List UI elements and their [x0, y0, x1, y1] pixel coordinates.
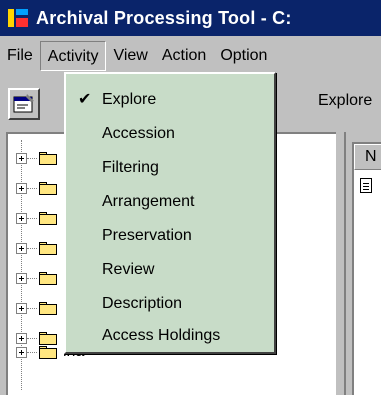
tree-row[interactable] [16, 294, 63, 322]
menu-activity[interactable]: Activity [39, 41, 107, 71]
menu-item-access-holdings[interactable]: Access Holdings [66, 320, 274, 352]
tree-row[interactable] [16, 204, 63, 232]
expand-icon[interactable] [16, 182, 27, 194]
app-icon[interactable] [6, 6, 30, 30]
menu-action[interactable]: Action [155, 41, 213, 71]
expand-icon[interactable] [16, 242, 27, 254]
menu-file[interactable]: File [0, 41, 40, 71]
pane-splitter[interactable] [336, 132, 344, 395]
menu-item-accession[interactable]: Accession [66, 118, 274, 150]
menu-item-description[interactable]: Description [66, 288, 274, 320]
column-header[interactable]: N [354, 144, 381, 170]
tree-row[interactable] [16, 234, 63, 262]
checkmark-icon: ✔ [78, 91, 92, 108]
expand-icon[interactable] [16, 302, 27, 314]
expand-icon[interactable] [16, 346, 27, 358]
folder-icon [39, 211, 57, 225]
document-icon[interactable] [360, 178, 372, 193]
menu-item-label: Description [102, 295, 183, 312]
folder-icon [39, 241, 57, 255]
menu-item-label: Explore [102, 91, 157, 108]
menu-item-preservation[interactable]: Preservation [66, 220, 274, 252]
menu-item-label: Access Holdings [102, 327, 221, 344]
folder-icon [39, 271, 57, 285]
folder-icon [39, 181, 57, 195]
expand-icon[interactable] [16, 212, 27, 224]
menu-options[interactable]: Option [213, 41, 274, 71]
activity-menu: ✔ Explore Accession Filtering Arrangemen… [64, 72, 276, 354]
expand-icon[interactable] [16, 152, 27, 164]
tree-row[interactable] [16, 174, 63, 202]
menu-view[interactable]: View [106, 41, 154, 71]
folder-icon [39, 301, 57, 315]
expand-icon[interactable] [16, 272, 27, 284]
tree-row[interactable] [16, 264, 63, 292]
menu-item-label: Arrangement [102, 193, 195, 210]
window-title: Archival Processing Tool - C: [36, 7, 292, 28]
menu-item-label: Preservation [102, 227, 192, 244]
folder-icon [39, 151, 57, 165]
title-bar: Archival Processing Tool - C: [0, 0, 381, 36]
menu-item-explore[interactable]: ✔ Explore [66, 84, 274, 116]
tree-row[interactable] [16, 144, 63, 172]
toolbar-label: Explore [318, 92, 373, 109]
menu-item-label: Filtering [102, 159, 159, 176]
file-list[interactable]: N [352, 142, 381, 395]
menu-bar: File Activity View Action Option [0, 38, 381, 74]
right-pane: N [344, 132, 381, 395]
properties-button[interactable] [8, 88, 40, 120]
menu-item-filtering[interactable]: Filtering [66, 152, 274, 184]
menu-item-label: Accession [102, 125, 175, 142]
menu-item-label: Review [102, 261, 155, 278]
menu-item-arrangement[interactable]: Arrangement [66, 186, 274, 218]
menu-item-review[interactable]: Review [66, 254, 274, 286]
folder-icon [39, 345, 57, 359]
properties-icon [13, 94, 34, 113]
